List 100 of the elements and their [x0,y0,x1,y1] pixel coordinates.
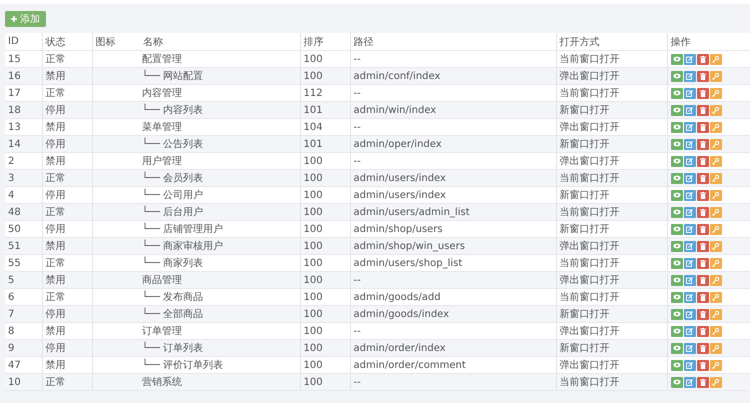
status-cell: 停用 [46,105,66,116]
link-button[interactable] [710,206,722,218]
delete-button[interactable] [696,88,708,98]
edit-button[interactable] [684,292,696,302]
path-cell: -- [354,88,361,98]
delete-button[interactable] [696,224,708,234]
view-button[interactable] [670,376,682,388]
sort-cell: 100 [304,54,323,64]
link-button[interactable] [710,326,722,336]
sort-cell: 100 [304,308,323,320]
view-button[interactable] [670,258,682,268]
link-button[interactable] [710,240,722,252]
open-mode-cell: 当前窗口打开 [560,292,620,303]
status-cell: 正常 [46,88,66,99]
edit-button[interactable] [684,172,696,184]
link-button[interactable] [710,88,722,98]
view-button[interactable] [670,292,682,302]
link-button[interactable] [710,376,722,388]
delete-button[interactable] [696,156,708,166]
edit-icon [686,344,693,352]
delete-button[interactable] [696,138,708,150]
delete-button[interactable] [696,190,708,200]
edit-button[interactable] [684,206,696,218]
edit-button[interactable] [684,240,696,252]
view-button[interactable] [670,342,682,354]
id-cell: 15 [8,54,21,64]
delete-button[interactable] [696,326,708,336]
eye-icon [672,345,680,351]
link-button[interactable] [710,308,722,320]
sort-cell: 100 [304,156,323,166]
delete-button[interactable] [696,70,708,82]
delete-button[interactable] [696,360,708,370]
edit-icon [686,158,693,164]
edit-button[interactable] [684,258,696,268]
link-button[interactable] [710,172,722,184]
open-mode-cell: 弹出窗口打开 [560,275,620,286]
edit-button[interactable] [684,308,696,320]
view-button[interactable] [670,156,682,166]
view-button[interactable] [670,122,682,132]
edit-button[interactable] [684,122,696,132]
view-button[interactable] [670,172,682,184]
view-button[interactable] [670,360,682,370]
view-button[interactable] [670,70,682,82]
edit-button[interactable] [684,190,696,200]
view-button[interactable] [670,88,682,98]
edit-button[interactable] [684,342,696,354]
link-button[interactable] [710,274,722,286]
edit-button[interactable] [684,54,696,64]
delete-button[interactable] [696,206,708,218]
edit-button[interactable] [684,326,696,336]
link-button[interactable] [710,156,722,166]
delete-button[interactable] [696,172,708,184]
link-button[interactable] [710,224,722,234]
view-button[interactable] [670,308,682,320]
link-button[interactable] [710,258,722,268]
link-button[interactable] [710,190,722,200]
open-mode-cell: 新窗口打开 [560,105,610,116]
link-button[interactable] [710,70,722,82]
delete-button[interactable] [696,104,708,116]
link-button[interactable] [710,138,722,150]
edit-button[interactable] [684,88,696,98]
view-button[interactable] [670,190,682,200]
open-mode-cell: 当前窗口打开 [560,173,620,184]
delete-button[interactable] [696,292,708,302]
view-button[interactable] [670,54,682,64]
delete-button[interactable] [696,258,708,268]
trash-icon [700,106,706,114]
link-button[interactable] [710,54,722,64]
delete-button[interactable] [696,240,708,252]
view-button[interactable] [670,224,682,234]
delete-button[interactable] [696,342,708,354]
edit-button[interactable] [684,70,696,82]
edit-button[interactable] [684,274,696,286]
edit-button[interactable] [684,156,696,166]
delete-button[interactable] [696,376,708,388]
name-cell: └── 商家审核用户 [142,241,224,252]
edit-button[interactable] [684,138,696,150]
open-mode-cell: 弹出窗口打开 [560,71,620,82]
view-button[interactable] [670,206,682,218]
status-cell: 停用 [46,309,66,320]
edit-button[interactable] [684,360,696,370]
link-button[interactable] [710,122,722,132]
open-mode-cell: 弹出窗口打开 [560,122,620,133]
view-button[interactable] [670,326,682,336]
view-button[interactable] [670,138,682,150]
view-button[interactable] [670,274,682,286]
delete-button[interactable] [696,54,708,64]
edit-button[interactable] [684,376,696,388]
link-button[interactable] [710,342,722,354]
link-button[interactable] [710,104,722,116]
add-button[interactable]: 添加 [5,11,46,27]
view-button[interactable] [670,104,682,116]
edit-button[interactable] [684,224,696,234]
link-button[interactable] [710,360,722,370]
link-button[interactable] [710,292,722,302]
edit-button[interactable] [684,104,696,116]
delete-button[interactable] [696,122,708,132]
delete-button[interactable] [696,308,708,320]
delete-button[interactable] [696,274,708,286]
view-button[interactable] [670,240,682,252]
